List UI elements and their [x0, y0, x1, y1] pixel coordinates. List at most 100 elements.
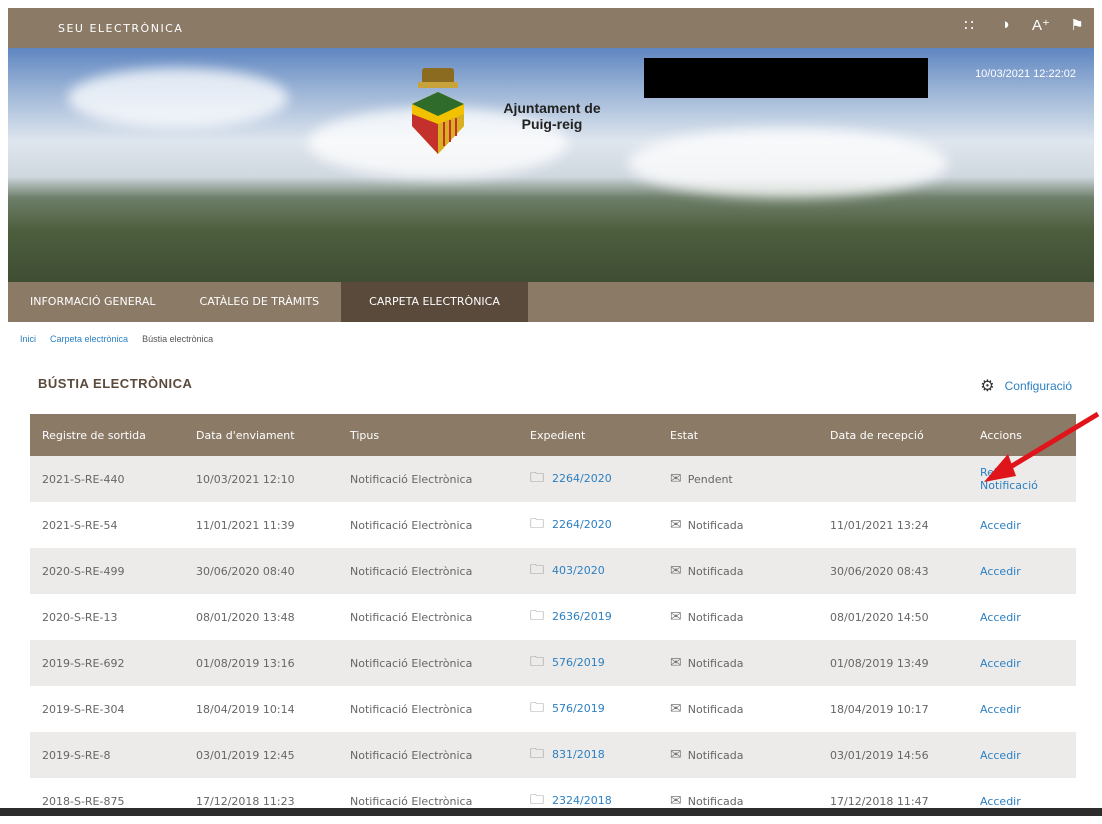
breadcrumb-current: Bústia electrònica — [142, 334, 214, 344]
cell-registre: 2020-S-RE-499 — [30, 548, 184, 594]
tab-cataleg-tramits[interactable]: CATÀLEG DE TRÀMITS — [178, 282, 342, 322]
tab-carpeta-electronica[interactable]: CARPETA ELECTRÒNICA — [341, 282, 528, 322]
flag-icon[interactable]: ⚑ — [1068, 16, 1086, 34]
access-link[interactable]: Accedir — [980, 565, 1021, 578]
breadcrumb-inici[interactable]: Inici — [20, 334, 36, 344]
main-nav: INFORMACIÓ GENERAL CATÀLEG DE TRÀMITS CA… — [8, 282, 1094, 322]
contrast-icon[interactable]: ◑ — [996, 16, 1014, 34]
envelope-open-icon: ✉ — [670, 563, 682, 579]
cell-enviament: 01/08/2019 13:16 — [184, 640, 338, 686]
table-row: 2018-S-RE-875 17/12/2018 11:23 Notificac… — [30, 778, 1076, 824]
access-link[interactable]: Accedir — [980, 749, 1021, 762]
cell-registre: 2020-S-RE-13 — [42, 610, 118, 624]
expedient-link[interactable]: 576/2019 — [552, 656, 605, 669]
cell-tipus: Notificació Electrònica — [350, 794, 473, 808]
folder-icon: 🗀 — [530, 654, 544, 670]
folder-icon: 🗀 — [530, 746, 544, 762]
expedient-link[interactable]: 576/2019 — [552, 702, 605, 715]
col-expedient: Expedient — [518, 414, 658, 456]
envelope-closed-icon: ✉ — [670, 471, 682, 487]
cloud — [628, 128, 948, 198]
status-text: Notificada — [687, 657, 744, 670]
cell-registre: 2021-S-RE-440 — [30, 456, 184, 502]
cloud — [68, 68, 288, 128]
cell-registre: 2018-S-RE-875 — [42, 794, 125, 808]
council-name: Ajuntament de Puig-reig — [503, 100, 601, 132]
table-row: 2019-S-RE-8 03/01/2019 12:45 Notificació… — [30, 732, 1076, 778]
cell-registre: 2019-S-RE-8 — [30, 732, 184, 778]
config-link[interactable]: ⚙ Configuració — [980, 376, 1072, 396]
status-text: Notificada — [687, 565, 744, 578]
access-link[interactable]: Accedir — [980, 657, 1021, 670]
col-recepcio: Data de recepció — [818, 414, 968, 456]
cell-tipus: Notificació Electrònica — [350, 518, 473, 532]
header-banner: Ajuntament de Puig-reig 10/03/2021 12:22… — [8, 48, 1094, 282]
access-link[interactable]: Accedir — [980, 795, 1021, 808]
table-row: 2020-S-RE-499 30/06/2020 08:40 Notificac… — [30, 548, 1076, 594]
cell-enviament: 03/01/2019 12:45 — [184, 732, 338, 778]
cell-enviament: 30/06/2020 08:40 — [184, 548, 338, 594]
redacted-user-name — [644, 58, 928, 98]
expedient-link[interactable]: 2264/2020 — [552, 472, 612, 485]
cell-tipus: Notificació Electrònica — [338, 456, 518, 502]
status-text: Notificada — [687, 749, 744, 762]
cell-registre: 2021-S-RE-54 — [42, 518, 118, 532]
breadcrumb: Inici Carpeta electrònica Bústia electrò… — [20, 334, 213, 344]
expedient-link[interactable]: 2636/2019 — [552, 610, 612, 623]
status-text: Notificada — [687, 703, 744, 716]
access-link[interactable]: Accedir — [980, 703, 1021, 716]
expedient-link[interactable]: 2324/2018 — [552, 794, 612, 807]
access-link[interactable]: Accedir — [980, 519, 1021, 532]
cell-recepcio: 01/08/2019 13:49 — [818, 640, 968, 686]
config-label[interactable]: Configuració — [1005, 379, 1072, 393]
table-row: 2019-S-RE-692 01/08/2019 13:16 Notificac… — [30, 640, 1076, 686]
top-bar: SEU ELECTRÒNICA ∷ ◑ A⁺ ⚑ — [8, 8, 1094, 48]
gear-icon[interactable]: ⚙ — [980, 376, 994, 396]
table-row: 2021-S-RE-440 10/03/2021 12:10 Notificac… — [30, 456, 1076, 502]
envelope-open-icon: ✉ — [670, 517, 682, 533]
cell-recepcio: 30/06/2020 08:43 — [818, 548, 968, 594]
cell-recepcio: 18/04/2019 10:17 — [830, 702, 929, 716]
cell-enviament: 08/01/2020 13:48 — [196, 610, 295, 624]
folder-icon: 🗀 — [530, 516, 544, 532]
cell-enviament: 17/12/2018 11:23 — [196, 794, 295, 808]
cell-recepcio: 08/01/2020 14:50 — [830, 610, 929, 624]
cell-registre: 2019-S-RE-304 — [42, 702, 125, 716]
cell-recepcio: 17/12/2018 11:47 — [830, 794, 929, 808]
access-link[interactable]: Accedir — [980, 611, 1021, 624]
col-estat: Estat — [658, 414, 818, 456]
breadcrumb-carpeta[interactable]: Carpeta electrònica — [50, 334, 128, 344]
expedient-link[interactable]: 403/2020 — [552, 564, 605, 577]
expedient-link[interactable]: 831/2018 — [552, 748, 605, 761]
status-text: Pendent — [687, 473, 733, 486]
coat-of-arms-icon[interactable] — [408, 64, 468, 164]
cell-recepcio: 03/01/2019 14:56 — [818, 732, 968, 778]
current-datetime: 10/03/2021 12:22:02 — [975, 68, 1076, 80]
bottom-edge — [0, 808, 1102, 816]
folder-icon: 🗀 — [530, 608, 544, 624]
cell-enviament: 11/01/2021 11:39 — [196, 518, 295, 532]
folder-icon: 🗀 — [530, 470, 544, 486]
cell-tipus: Notificació Electrònica — [350, 610, 473, 624]
font-size-icon[interactable]: A⁺ — [1032, 16, 1050, 34]
folder-icon: 🗀 — [530, 700, 544, 716]
folder-icon: 🗀 — [530, 562, 544, 578]
mailbox-table: Registre de sortida Data d'enviament Tip… — [30, 414, 1076, 824]
cell-tipus: Notificació Electrònica — [350, 702, 473, 716]
status-text: Notificada — [687, 611, 744, 624]
tab-informacio-general[interactable]: INFORMACIÓ GENERAL — [8, 282, 178, 322]
cell-tipus: Notificació Electrònica — [338, 640, 518, 686]
table-row: 2020-S-RE-13 08/01/2020 13:48 Notificaci… — [30, 594, 1076, 640]
envelope-open-icon: ✉ — [670, 655, 682, 671]
cell-tipus: Notificació Electrònica — [338, 548, 518, 594]
col-enviament: Data d'enviament — [184, 414, 338, 456]
site-brand[interactable]: SEU ELECTRÒNICA — [58, 22, 183, 35]
cell-registre: 2019-S-RE-692 — [30, 640, 184, 686]
page-title: BÚSTIA ELECTRÒNICA — [38, 376, 193, 391]
status-text: Notificada — [687, 519, 744, 532]
expedient-link[interactable]: 2264/2020 — [552, 518, 612, 531]
envelope-open-icon: ✉ — [670, 747, 682, 763]
grid-icon[interactable]: ∷ — [960, 16, 978, 34]
annotation-arrow-icon — [984, 411, 1100, 482]
cell-enviament: 10/03/2021 12:10 — [184, 456, 338, 502]
